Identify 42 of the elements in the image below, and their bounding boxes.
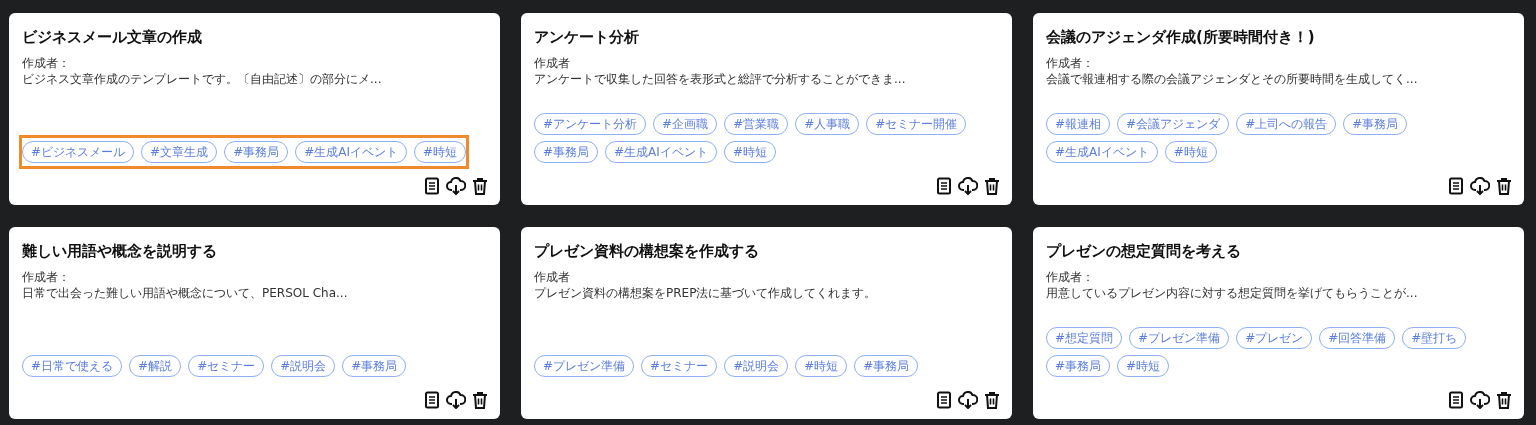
cloud-download-icon[interactable] bbox=[958, 391, 978, 409]
card-description: 用意しているプレゼン内容に対する想定質問を挙げてもらうことが... bbox=[1046, 285, 1419, 301]
document-icon[interactable] bbox=[936, 177, 952, 195]
template-card[interactable]: プレゼン資料の構想案を作成する 作成者 プレゼン資料の構想案をPREP法に基づいて作成してくれます。 #プレゼン準備 #セミナー #説明会 #時短 #事務局 bbox=[521, 227, 1012, 419]
template-card[interactable]: プレゼンの想定質問を考える 作成者： 用意しているプレゼン内容に対する想定質問を挙げてもらうことが... #想定質問 #プレゼン準備 #プレゼン #回答準備 #壁打ち #事務局 #時短 bbox=[1033, 227, 1524, 419]
template-card[interactable]: 会議のアジェンダ作成(所要時間付き！) 作成者： 会議で報連相する際の会議アジェンダとその所要時間を生成してく... #報連相 #会議アジェンダ #上司への報告 #事務局 #生成AIイベント #時短 bbox=[1033, 13, 1524, 205]
card-title: プレゼンの想定質問を考える bbox=[1046, 241, 1242, 261]
cloud-download-icon[interactable] bbox=[1470, 177, 1490, 195]
author-label: 作成者： bbox=[22, 55, 71, 71]
author-label: 作成者 bbox=[534, 269, 571, 285]
card-description: アンケートで収集した回答を表形式と総評で分析することができま... bbox=[534, 71, 907, 87]
card-description: 会議で報連相する際の会議アジェンダとその所要時間を生成してく... bbox=[1046, 71, 1419, 87]
delete-icon[interactable] bbox=[984, 177, 1000, 195]
card-title: 会議のアジェンダ作成(所要時間付き！) bbox=[1046, 27, 1316, 47]
card-title: 難しい用語や概念を説明する bbox=[22, 241, 218, 261]
document-icon[interactable] bbox=[1448, 391, 1464, 409]
template-card[interactable]: アンケート分析 作成者 アンケートで収集した回答を表形式と総評で分析することができま... #アンケート分析 #企画職 #営業職 #人事職 #セミナー開催 #事務局 #生成AIイベント #時短 bbox=[521, 13, 1012, 205]
card-title: プレゼン資料の構想案を作成する bbox=[534, 241, 760, 261]
document-icon[interactable] bbox=[1448, 177, 1464, 195]
delete-icon[interactable] bbox=[472, 391, 488, 409]
cloud-download-icon[interactable] bbox=[1470, 391, 1490, 409]
document-icon[interactable] bbox=[936, 391, 952, 409]
delete-icon[interactable] bbox=[472, 177, 488, 195]
author-label: 作成者 bbox=[534, 55, 571, 71]
card-title: ビジネスメール文章の作成 bbox=[22, 27, 203, 47]
delete-icon[interactable] bbox=[1496, 391, 1512, 409]
author-label: 作成者： bbox=[1046, 269, 1095, 285]
delete-icon[interactable] bbox=[1496, 177, 1512, 195]
template-card[interactable]: 難しい用語や概念を説明する 作成者： 日常で出会った難しい用語や概念について、PERSOL Cha... #日常で使える #解説 #セミナー #説明会 #事務局 bbox=[9, 227, 500, 419]
card-description: ビジネス文章作成のテンプレートです。〔自由記述〕の部分にメ... bbox=[22, 71, 383, 87]
delete-icon[interactable] bbox=[984, 391, 1000, 409]
cloud-download-icon[interactable] bbox=[446, 391, 466, 409]
card-title: アンケート分析 bbox=[534, 27, 640, 47]
cloud-download-icon[interactable] bbox=[446, 177, 466, 195]
card-description: 日常で出会った難しい用語や概念について、PERSOL Cha... bbox=[22, 285, 349, 301]
document-icon[interactable] bbox=[424, 391, 440, 409]
cloud-download-icon[interactable] bbox=[958, 177, 978, 195]
card-description: プレゼン資料の構想案をPREP法に基づいて作成してくれます。 bbox=[534, 285, 878, 301]
author-label: 作成者： bbox=[22, 269, 71, 285]
template-card[interactable]: ビジネスメール文章の作成 作成者： ビジネス文章作成のテンプレートです。〔自由記述〕の部分にメ... #ビジネスメール #文章生成 #事務局 #生成AIイベント #時短 bbox=[9, 13, 500, 205]
author-label: 作成者： bbox=[1046, 55, 1095, 71]
document-icon[interactable] bbox=[424, 177, 440, 195]
